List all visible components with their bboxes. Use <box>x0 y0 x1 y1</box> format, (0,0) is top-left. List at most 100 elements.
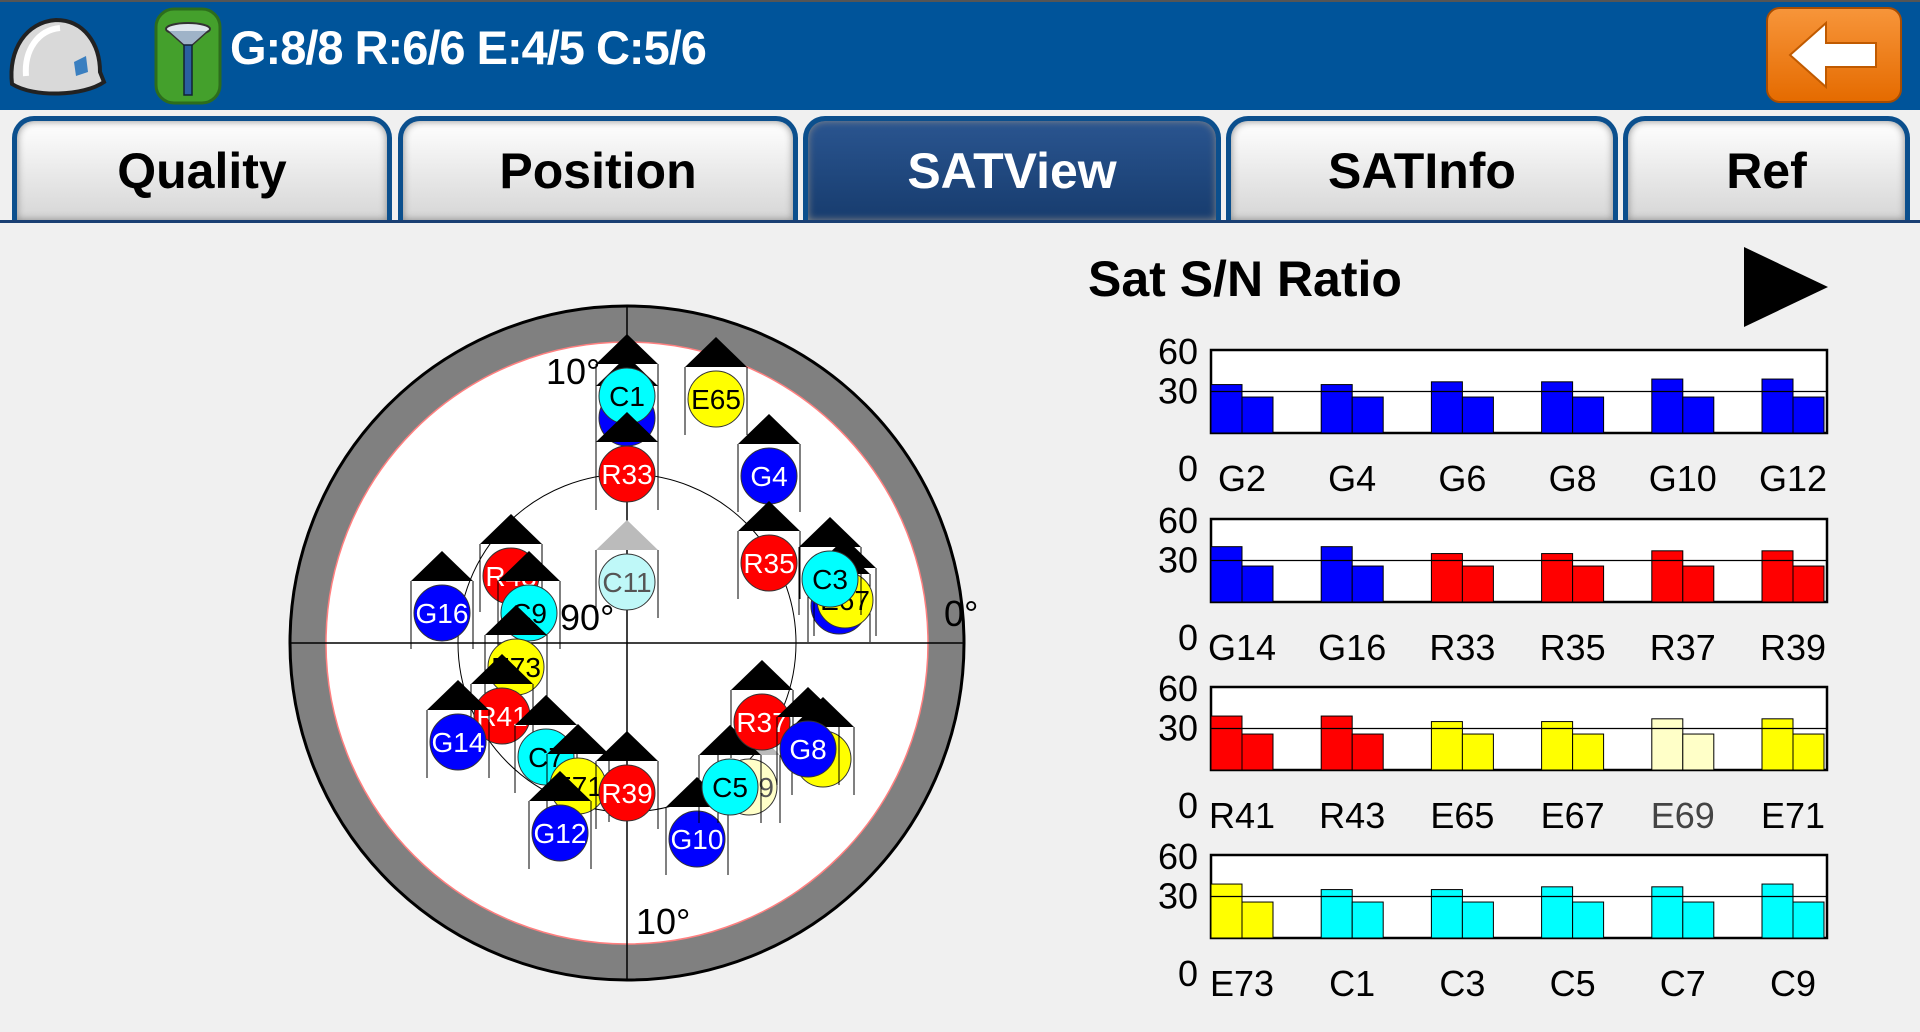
satellite-label: R39 <box>601 778 652 809</box>
tab-quality[interactable]: Quality <box>12 116 392 220</box>
satellite-label: C3 <box>812 564 848 595</box>
x-tick-label: C1 <box>1329 963 1375 1004</box>
y-tick-label: 30 <box>1158 371 1198 412</box>
bar-r39-2 <box>1792 565 1825 603</box>
bar-g12-1 <box>1761 378 1794 434</box>
x-tick-label: G2 <box>1218 458 1266 499</box>
satellite-label: C11 <box>602 567 651 598</box>
x-tick-label: R41 <box>1209 795 1275 836</box>
elevation-label-top: 10° <box>546 351 600 392</box>
bar-g8-2 <box>1572 396 1605 434</box>
tab-ref[interactable]: Ref <box>1623 116 1910 220</box>
gps-antenna-icon[interactable] <box>154 7 222 105</box>
bar-g6-1 <box>1430 381 1463 434</box>
bar-g2-2 <box>1241 396 1274 434</box>
back-arrow-icon <box>1788 20 1877 90</box>
bar-e65-2 <box>1461 733 1494 771</box>
bar-c7-1 <box>1651 886 1684 939</box>
bar-r37-1 <box>1651 550 1684 603</box>
y-tick-label: 60 <box>1158 331 1198 372</box>
tab-satview[interactable]: SATView <box>803 116 1221 220</box>
sn-chart-2: 6030 0 G14 G16 R33 R35 R37 R39 <box>1158 500 1829 668</box>
sn-ratio-title: Sat S/N Ratio <box>1088 251 1402 307</box>
y-tick-label: 0 <box>1178 785 1198 826</box>
x-tick-label: E67 <box>1541 795 1605 836</box>
y-tick-label: 0 <box>1178 448 1198 489</box>
bar-e69-2 <box>1682 733 1715 771</box>
bar-e71-2 <box>1792 733 1825 771</box>
x-tick-label: G12 <box>1759 458 1827 499</box>
x-tick-label: G6 <box>1438 458 1486 499</box>
bar-g14-2 <box>1241 565 1274 603</box>
x-tick-label: G10 <box>1649 458 1717 499</box>
top-bar: G:8/8 R:6/6 E:4/5 C:5/6 <box>0 0 1920 110</box>
satellite-label: G12 <box>534 818 587 849</box>
y-tick-label: 0 <box>1178 617 1198 658</box>
bar-g8-1 <box>1541 381 1574 434</box>
satellite-label: C1 <box>609 381 645 412</box>
y-tick-label: 30 <box>1158 708 1198 749</box>
tab-position[interactable]: Position <box>398 116 798 220</box>
bar-c7-2 <box>1682 901 1715 939</box>
bar-c3-2 <box>1461 901 1494 939</box>
sn-chart-1: 6030 0 G2 G4 G6 G8 G10 G12 <box>1158 331 1829 499</box>
bar-g10-2 <box>1682 396 1715 434</box>
hardhat-icon[interactable] <box>4 10 108 102</box>
x-tick-label: C5 <box>1550 963 1596 1004</box>
x-tick-label: R43 <box>1319 795 1385 836</box>
bar-r43-2 <box>1351 733 1384 771</box>
sn-chart-4: 6030 0 E73 C1 C3 C5 C7 C9 <box>1158 836 1829 1004</box>
bar-r33-2 <box>1461 565 1494 603</box>
bar-g6-2 <box>1461 396 1494 434</box>
satellite-label: G8 <box>789 734 826 765</box>
bar-r43-1 <box>1320 715 1353 771</box>
y-tick-label: 0 <box>1178 953 1198 994</box>
bar-e71-1 <box>1761 718 1794 771</box>
sn-chart-3: 6030 0 R41 R43 E65 E67 E69 E71 <box>1158 668 1829 836</box>
x-tick-label: C7 <box>1660 963 1706 1004</box>
x-tick-label: C9 <box>1770 963 1816 1004</box>
satellite-label: G4 <box>750 461 787 492</box>
bar-c9-1 <box>1761 883 1794 939</box>
elevation-label-bottom: 10° <box>636 901 690 942</box>
bar-c9-2 <box>1792 901 1825 939</box>
x-tick-label: G4 <box>1328 458 1376 499</box>
bar-r41-1 <box>1210 715 1243 771</box>
y-tick-label: 30 <box>1158 876 1198 917</box>
y-tick-label: 30 <box>1158 540 1198 581</box>
satellite-label: G14 <box>432 727 485 758</box>
satellite-label: R33 <box>601 459 652 490</box>
bar-g16-2 <box>1351 565 1384 603</box>
x-tick-label: E69 <box>1651 795 1715 836</box>
x-tick-label: C3 <box>1439 963 1485 1004</box>
y-tick-label: 60 <box>1158 668 1198 709</box>
satellite-label: G16 <box>416 598 469 629</box>
bar-e73-2 <box>1241 901 1274 939</box>
play-next-icon[interactable] <box>1742 245 1832 329</box>
back-button[interactable] <box>1766 7 1902 103</box>
tab-bar: Quality Position SATView SATInfo Ref <box>0 110 1920 223</box>
sn-ratio-charts: 60300 G2 G4 G6 G8 G10 G1260300 G14 G16 R33 R35 R37 R… <box>1158 331 1829 1004</box>
satellite-label: R37 <box>736 707 787 738</box>
bar-g12-2 <box>1792 396 1825 434</box>
x-tick-label: R37 <box>1650 627 1716 668</box>
x-tick-label: G8 <box>1549 458 1597 499</box>
bar-e67-2 <box>1572 733 1605 771</box>
x-tick-label: G16 <box>1318 627 1386 668</box>
bar-r37-2 <box>1682 565 1715 603</box>
bar-c5-2 <box>1572 901 1605 939</box>
tab-satinfo[interactable]: SATInfo <box>1226 116 1618 220</box>
bar-r41-2 <box>1241 733 1274 771</box>
elevation-label-center: 90° <box>560 597 614 638</box>
x-tick-label: E65 <box>1430 795 1494 836</box>
x-tick-label: E71 <box>1761 795 1825 836</box>
bar-r39-1 <box>1761 550 1794 603</box>
satellite-label: R35 <box>743 548 794 579</box>
satellite-label: E65 <box>691 384 741 415</box>
x-tick-label: R33 <box>1429 627 1495 668</box>
bar-r35-2 <box>1572 565 1605 603</box>
bar-g16-1 <box>1320 546 1353 603</box>
y-tick-label: 60 <box>1158 836 1198 877</box>
x-tick-label: G14 <box>1208 627 1276 668</box>
x-tick-label: R39 <box>1760 627 1826 668</box>
